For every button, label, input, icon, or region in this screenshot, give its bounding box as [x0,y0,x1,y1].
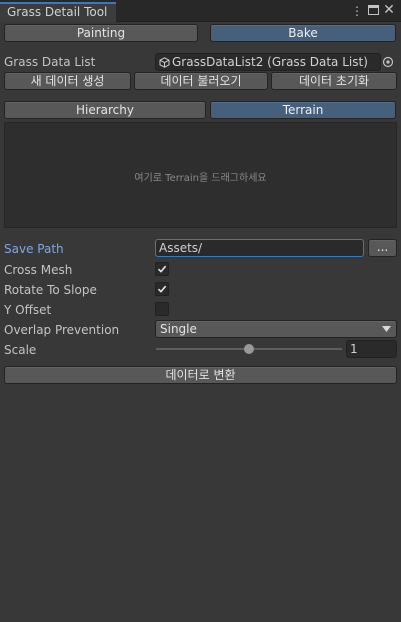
object-picker-glyph [382,56,394,68]
save-path-input[interactable]: Assets/ [155,239,364,257]
grass-data-list-label: Grass Data List [4,55,96,69]
new-data-button[interactable]: 새 데이터 생성 [4,72,131,90]
checkmark-icon [157,265,167,273]
maximize-icon[interactable] [368,5,379,15]
tab-bake[interactable]: Bake [210,24,396,42]
checkmark-icon [157,285,167,293]
rotate-to-slope-checkbox[interactable] [155,282,169,296]
object-picker-icon[interactable] [381,54,395,70]
tab-terrain[interactable]: Terrain [210,101,396,119]
tab-painting[interactable]: Painting [4,24,198,42]
more-options-icon[interactable]: ⋮ [351,4,363,18]
y-offset-label: Y Offset [4,303,52,317]
browse-button[interactable]: ... [368,239,397,257]
save-path-label: Save Path [4,242,64,256]
y-offset-checkbox[interactable] [155,302,169,316]
overlap-prevention-label: Overlap Prevention [4,323,120,337]
window-tab-title: Grass Detail Tool [7,5,108,19]
close-icon[interactable]: ✕ [382,2,396,18]
terrain-drop-area[interactable]: 여기로 Terrain을 드래그하세요 [4,122,397,228]
convert-data-button[interactable]: 데이터로 변환 [4,366,397,384]
grass-data-list-field[interactable]: GrassDataList2 (Grass Data List) [155,53,381,71]
rotate-to-slope-label: Rotate To Slope [4,283,97,297]
tab-hierarchy[interactable]: Hierarchy [4,101,206,119]
cross-mesh-checkbox[interactable] [155,262,169,276]
cross-mesh-label: Cross Mesh [4,263,73,277]
grass-data-list-value: GrassDataList2 (Grass Data List) [172,55,368,69]
scale-label: Scale [4,343,37,357]
overlap-prevention-value: Single [160,322,197,336]
scale-value-input[interactable]: 1 [346,340,397,358]
drop-area-hint: 여기로 Terrain을 드래그하세요 [134,173,267,184]
load-data-button[interactable]: 데이터 불러오기 [134,72,268,90]
scale-slider-thumb[interactable] [244,344,254,354]
chevron-down-icon [382,326,391,332]
reset-data-button[interactable]: 데이터 초기화 [271,72,397,90]
overlap-prevention-dropdown[interactable]: Single [155,320,397,338]
window-tab[interactable]: Grass Detail Tool [0,2,116,22]
scriptable-object-icon [159,57,170,68]
